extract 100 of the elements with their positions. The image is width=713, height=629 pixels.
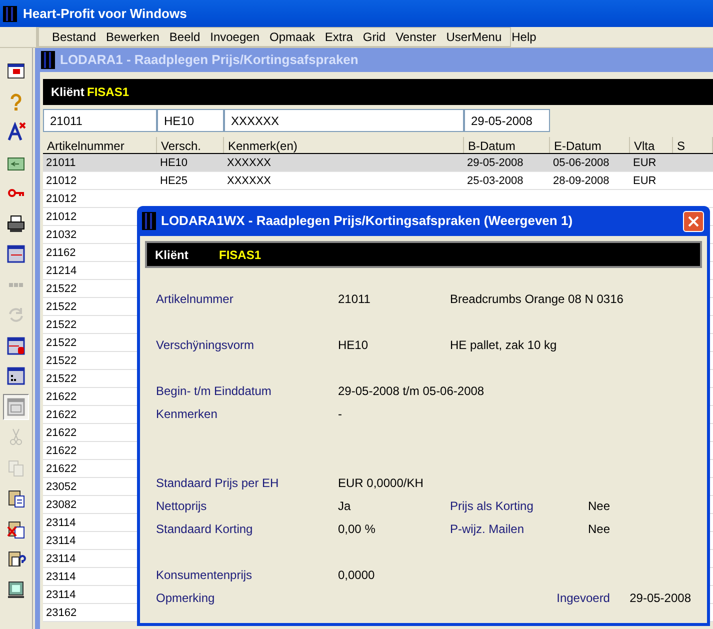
menu-item[interactable]: Bewerken <box>101 28 164 46</box>
table-cell: 25-03-2008 <box>467 175 524 188</box>
table-cell: 21522 <box>46 373 77 386</box>
column-header[interactable]: Versch. <box>157 137 224 153</box>
paste-icon[interactable] <box>6 549 26 569</box>
field-label: Standaard Korting <box>156 521 254 538</box>
field-value: Breadcrumbs Orange 08 N 0316 <box>450 291 624 308</box>
table-cell: 21622 <box>46 427 77 440</box>
table-cell: 21011 <box>46 157 76 170</box>
close-button[interactable] <box>683 210 704 232</box>
table-cell: 23114 <box>46 571 76 584</box>
app-icon <box>142 212 156 230</box>
menu-item[interactable]: Extra <box>320 28 358 46</box>
table-cell: 23114 <box>46 589 76 602</box>
field-label: Prijs als Korting <box>450 498 534 515</box>
table-cell: 05-06-2008 <box>553 157 610 170</box>
field-label: Kenmerken <box>156 406 218 423</box>
table-cell: 21012 <box>46 193 77 206</box>
table-cell: 21032 <box>46 229 77 242</box>
field-value: HE10 <box>338 337 370 354</box>
window-icon[interactable] <box>6 61 26 81</box>
table-cell: 21522 <box>46 283 77 296</box>
client-label: Kliënt <box>51 84 83 101</box>
field-value: 0,00 % <box>338 521 376 538</box>
column-header[interactable]: S <box>673 137 713 153</box>
field-label: Opmerking <box>156 590 216 607</box>
menu-item[interactable]: Grid <box>358 28 391 46</box>
column-header[interactable]: Vlta <box>630 137 673 153</box>
table-cell: 23114 <box>46 517 76 530</box>
table-cell: 29-05-2008 <box>467 157 524 170</box>
field-label: Standaard Prijs per EH <box>156 475 280 492</box>
table-cell: XXXXXX <box>227 175 272 188</box>
field-label: Artikelnummer <box>156 291 234 308</box>
paste-icon[interactable] <box>6 488 26 508</box>
table-cell: 21214 <box>46 265 77 278</box>
field-value: - <box>338 406 343 423</box>
app-icon <box>3 6 17 22</box>
field-value: EUR 0,0000/KH <box>338 475 424 492</box>
table-cell: 23082 <box>46 499 77 512</box>
field-value: Nee <box>588 521 610 538</box>
client-value: FISAS1 <box>87 84 130 101</box>
table-cell: 21622 <box>46 445 77 458</box>
table-cell: EUR <box>633 175 656 188</box>
field-label: Verschÿningsvorm <box>156 337 256 354</box>
menu-item[interactable]: Invoegen <box>205 28 265 46</box>
app-icon <box>41 51 55 69</box>
column-header[interactable]: E-Datum <box>550 137 630 153</box>
table-cell: 21522 <box>46 319 77 332</box>
field-label: Begin- t/m Einddatum <box>156 383 272 400</box>
field-value: 29-05-2008 t/m 05-06-2008 <box>338 383 484 400</box>
table-cell: 21522 <box>46 301 77 314</box>
menu-item[interactable]: Venster <box>390 28 442 46</box>
field-value: 0,0000 <box>338 567 376 584</box>
column-header[interactable]: Artikelnummer <box>43 137 157 153</box>
window-icon[interactable] <box>6 336 26 356</box>
filter-field[interactable]: XXXXXX <box>224 109 464 132</box>
column-header[interactable]: Kenmerk(en) <box>224 137 464 153</box>
monitor-icon[interactable] <box>6 580 26 600</box>
printer-icon[interactable] <box>6 214 26 234</box>
menu-item[interactable]: Bestand <box>47 28 102 46</box>
table-cell: 21012 <box>46 175 77 188</box>
filter-field[interactable]: HE10 <box>157 109 224 132</box>
client-value: FISAS1 <box>219 246 262 264</box>
table-cell: HE10 <box>160 157 188 170</box>
table-cell: 21522 <box>46 355 77 368</box>
field-label: P-wijz. Mailen <box>450 521 526 538</box>
table-cell: 23114 <box>46 535 76 548</box>
close-icon <box>688 216 699 226</box>
window-icon[interactable] <box>6 244 26 264</box>
filter-field[interactable]: 21011 <box>43 109 157 132</box>
font-icon[interactable] <box>6 122 26 142</box>
table-cell: 23114 <box>46 553 76 566</box>
column-header[interactable]: B-Datum <box>464 137 550 153</box>
table-cell: 21622 <box>46 463 77 476</box>
field-label: Konsumentenprijs <box>156 567 254 584</box>
window-title: Heart-Profit voor Windows <box>23 4 187 23</box>
table-cell: EUR <box>633 157 656 170</box>
filter-field[interactable]: 29-05-2008 <box>464 109 550 132</box>
table-cell: 21522 <box>46 337 77 350</box>
menu-item[interactable]: Beeld <box>164 28 206 46</box>
table-cell: 28-09-2008 <box>553 175 610 188</box>
menu-item[interactable]: Opmaak <box>264 28 320 46</box>
field-label: Ingevoerd <box>556 590 611 607</box>
table-cell: HE25 <box>160 175 188 188</box>
menu-item[interactable]: Help <box>506 28 542 46</box>
table-cell: 21622 <box>46 409 77 422</box>
window-title: LODARA1 - Raadplegen Prijs/Kortingsafspraken <box>60 51 358 70</box>
client-label: Kliënt <box>155 246 190 264</box>
menu-item[interactable]: UserMenu <box>441 28 507 46</box>
table-cell: XXXXXX <box>227 157 272 170</box>
paste-icon[interactable] <box>6 518 26 538</box>
field-value: Ja <box>338 498 352 515</box>
table-row[interactable]: 21011 HE10 XXXXXX 29-05-2008 05-06-2008 EUR <box>43 154 713 172</box>
table-cell: 21162 <box>46 247 76 260</box>
window-icon[interactable] <box>6 366 26 386</box>
table-cell: 21622 <box>46 391 77 404</box>
field-value: 29-05-2008 <box>630 590 691 607</box>
table-cell: 21012 <box>46 211 77 224</box>
field-value: 21011 <box>338 291 372 308</box>
field-value: HE pallet, zak 10 kg <box>450 337 557 354</box>
